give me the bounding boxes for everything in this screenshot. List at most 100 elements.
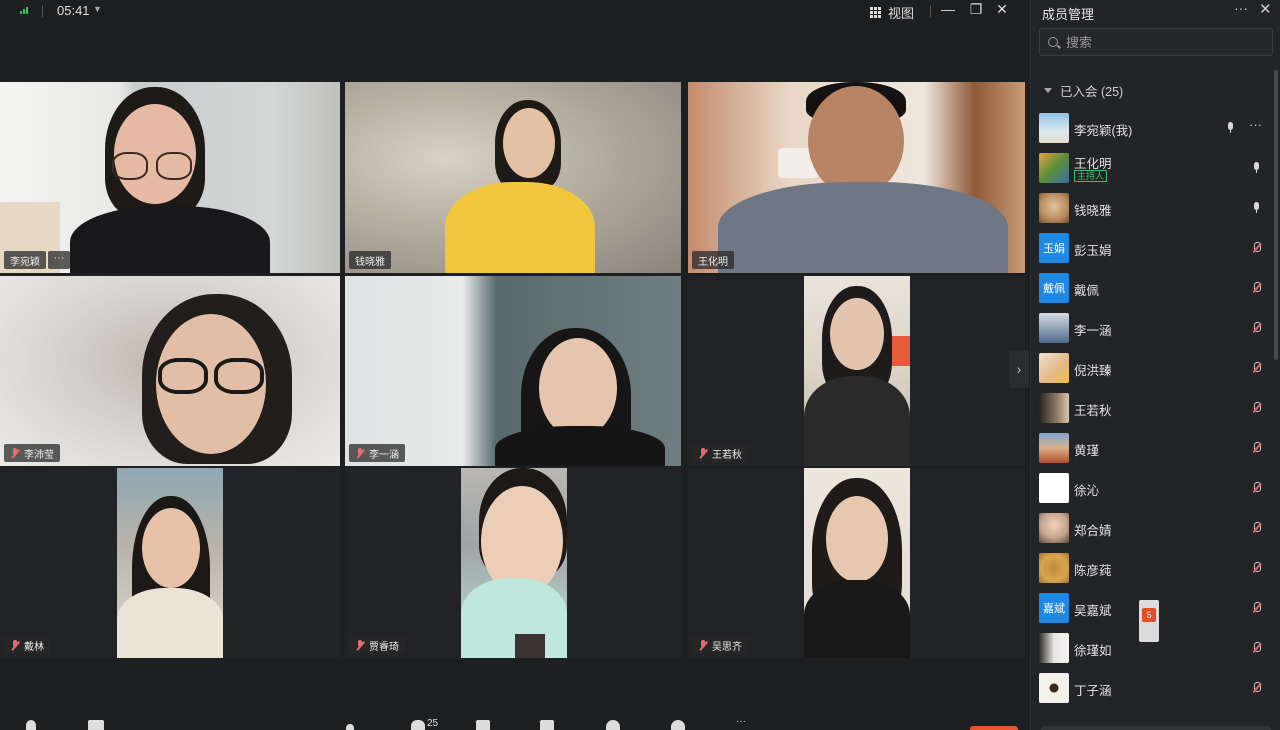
mic-muted-icon[interactable] <box>1251 682 1262 694</box>
tile-name: 戴林 <box>24 641 44 653</box>
more-icon[interactable]: ··· <box>1249 117 1262 132</box>
member-row[interactable]: 李宛颖(我) ··· <box>1031 108 1271 148</box>
avatar <box>1039 353 1069 383</box>
meeting-toolbar: 25 ··· <box>0 712 1030 730</box>
participant-body <box>718 182 1008 273</box>
mic-muted-icon[interactable] <box>1251 402 1262 414</box>
mic-muted-icon <box>698 639 708 651</box>
member-name: 倪洪臻 <box>1074 364 1112 378</box>
tile-name-tag: 李宛颖 <box>4 251 46 269</box>
video-tile[interactable]: 王若秋 <box>688 276 1025 466</box>
camera-icon[interactable] <box>88 720 104 730</box>
reactions-icon[interactable] <box>606 720 620 730</box>
member-row[interactable]: 李一涵 <box>1031 308 1271 348</box>
avatar <box>1039 473 1069 503</box>
member-row[interactable]: 丁子涵 <box>1031 668 1271 708</box>
panel-title: 成员管理 <box>1042 7 1095 22</box>
member-row[interactable]: 钱晓雅 <box>1031 188 1271 228</box>
chevron-down-icon[interactable]: ▼ <box>93 4 102 14</box>
video-tile[interactable]: 贾睿琦 <box>345 468 681 658</box>
joined-section-header[interactable]: 已入会 (25) <box>1044 81 1123 100</box>
member-name: 李一涵 <box>1074 324 1112 338</box>
member-row[interactable]: 王化明 主持人 <box>1031 148 1271 188</box>
view-button[interactable]: 视图 <box>870 3 914 22</box>
next-page-button[interactable]: › <box>1009 350 1029 388</box>
microphone-icon[interactable] <box>1253 162 1260 173</box>
avatar <box>1039 153 1069 183</box>
video-tile[interactable]: 钱晓雅 <box>345 82 681 273</box>
more-icon[interactable]: ··· <box>736 716 746 727</box>
mic-muted-icon[interactable] <box>1251 282 1262 294</box>
mic-muted-icon[interactable] <box>1251 322 1262 334</box>
mic-muted-icon[interactable] <box>1251 242 1262 254</box>
tile-more-button[interactable]: ··· <box>48 251 70 269</box>
participant-body <box>461 578 567 658</box>
host-badge: 主持人 <box>1074 170 1108 182</box>
avatar <box>1039 673 1069 703</box>
grid-view-icon <box>870 6 882 19</box>
record-icon[interactable] <box>671 720 685 730</box>
share-screen-icon[interactable] <box>476 720 490 730</box>
mic-muted-icon[interactable] <box>1251 562 1262 574</box>
mic-muted-icon[interactable] <box>1251 362 1262 374</box>
avatar <box>1039 633 1069 663</box>
search-box[interactable] <box>1039 28 1273 56</box>
floating-html5-widget[interactable]: 5 <box>1139 600 1159 642</box>
member-row[interactable]: 黄瑾 <box>1031 428 1271 468</box>
tile-name-tag: 贾睿琦 <box>349 636 405 654</box>
avatar: 戴佩 <box>1039 273 1069 303</box>
security-icon[interactable] <box>346 724 354 730</box>
mic-muted-icon[interactable] <box>1251 522 1262 534</box>
member-row[interactable]: 陈彦莼 <box>1031 548 1271 588</box>
tile-name: 王化明 <box>698 256 728 268</box>
video-tile[interactable]: 李沛莹 <box>0 276 340 466</box>
avatar <box>1039 313 1069 343</box>
member-name: 吴嘉斌 <box>1074 604 1112 618</box>
participant-body <box>804 376 910 466</box>
member-name: 王若秋 <box>1074 404 1112 418</box>
video-tile[interactable]: 李一涵 <box>345 276 681 466</box>
avatar <box>1039 193 1069 223</box>
more-icon[interactable]: ··· <box>1234 0 1248 16</box>
end-meeting-button[interactable] <box>970 726 1018 730</box>
participant-face <box>503 108 555 178</box>
html5-icon: 5 <box>1142 608 1156 622</box>
video-tile[interactable]: 吴思齐 <box>688 468 1025 658</box>
mic-muted-icon[interactable] <box>1251 442 1262 454</box>
member-name: 钱晓雅 <box>1074 204 1112 218</box>
video-tile[interactable]: 王化明 <box>688 82 1025 273</box>
mic-muted-icon[interactable] <box>1251 642 1262 654</box>
member-name: 陈彦莼 <box>1074 564 1112 578</box>
microphone-icon[interactable] <box>1227 122 1234 133</box>
member-row[interactable]: 郑合婧 <box>1031 508 1271 548</box>
picture-in-picture <box>515 634 545 658</box>
member-name: 徐沁 <box>1074 484 1100 498</box>
apps-icon[interactable] <box>540 720 554 730</box>
tile-name: 李宛颖 <box>10 256 40 268</box>
member-row[interactable]: 王若秋 <box>1031 388 1271 428</box>
meeting-timer[interactable]: 05:41 <box>57 3 90 18</box>
restore-icon[interactable]: ❐ <box>966 1 986 18</box>
scrollbar[interactable] <box>1274 70 1278 360</box>
search-icon <box>1048 37 1058 47</box>
mic-muted-icon <box>10 639 20 651</box>
close-icon[interactable]: ✕ <box>1259 0 1272 18</box>
member-row[interactable]: 倪洪臻 <box>1031 348 1271 388</box>
tile-name-tag: 钱晓雅 <box>349 251 391 269</box>
mic-muted-icon[interactable] <box>1251 602 1262 614</box>
microphone-icon[interactable] <box>26 720 36 730</box>
video-tile[interactable]: 戴林 <box>0 468 340 658</box>
minimize-icon[interactable]: — <box>938 1 958 17</box>
member-row[interactable]: 戴佩 戴佩 <box>1031 268 1271 308</box>
member-row[interactable]: 徐沁 <box>1031 468 1271 508</box>
chevron-down-icon <box>1044 88 1052 93</box>
tile-name-tag: 王化明 <box>692 251 734 269</box>
mic-muted-icon[interactable] <box>1251 482 1262 494</box>
video-tile[interactable]: 李宛颖 ··· <box>0 82 340 273</box>
avatar <box>1039 433 1069 463</box>
microphone-icon[interactable] <box>1253 202 1260 213</box>
close-icon[interactable]: ✕ <box>992 1 1012 18</box>
member-row[interactable]: 玉娟 彭玉娟 <box>1031 228 1271 268</box>
participants-icon[interactable] <box>411 720 425 730</box>
search-input[interactable] <box>1066 33 1266 51</box>
